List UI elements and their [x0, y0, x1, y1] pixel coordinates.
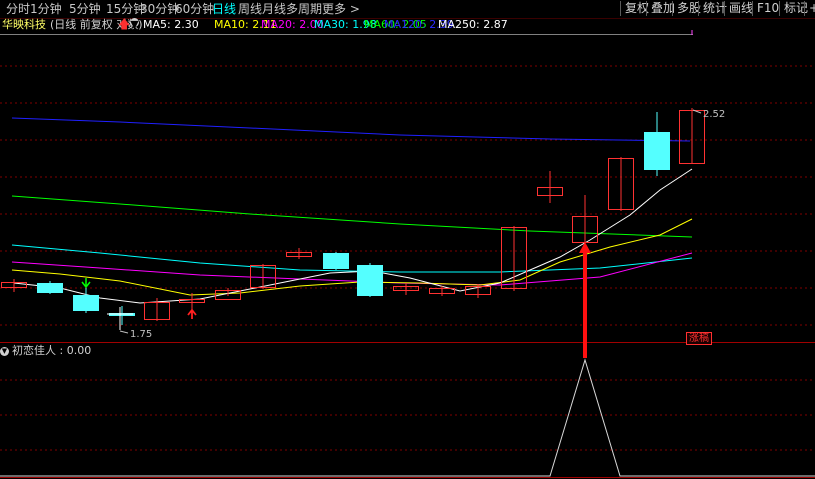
chart-annotations: 1.75 2.52 [81, 109, 725, 358]
down-arrow-icon [81, 278, 91, 289]
candle-body [644, 132, 670, 170]
moving-average-lines [11, 117, 693, 304]
indicator-sep: : [56, 344, 67, 357]
signal-tag: 涨稿 [686, 332, 712, 345]
candle-body [323, 253, 349, 269]
indicator-name: 初恋佳人 [12, 344, 56, 357]
candlesticks [1, 108, 705, 325]
grid-lines [0, 30, 815, 478]
indicator-value: 0.00 [66, 344, 92, 357]
ma30-line [11, 244, 693, 273]
low-price-label: 1.75 [130, 329, 152, 340]
indicator-panel [0, 358, 815, 477]
candle-body [73, 295, 99, 311]
low-pointer [119, 330, 129, 334]
signal-arrow-head [579, 242, 591, 253]
up-arrow-icon [187, 308, 197, 319]
ma120-line [11, 117, 691, 142]
candle-body [37, 283, 63, 293]
high-price-label: 2.52 [703, 109, 725, 120]
indicator-settings-icon[interactable]: ▼ [0, 344, 12, 357]
kline-chart[interactable]: 1.75 2.52 [0, 0, 815, 479]
candle-body [357, 265, 383, 296]
ma10-line [11, 218, 693, 296]
indicator-line [0, 358, 815, 477]
indicator-header: ▼ 初恋佳人 : 0.00 [0, 344, 91, 358]
